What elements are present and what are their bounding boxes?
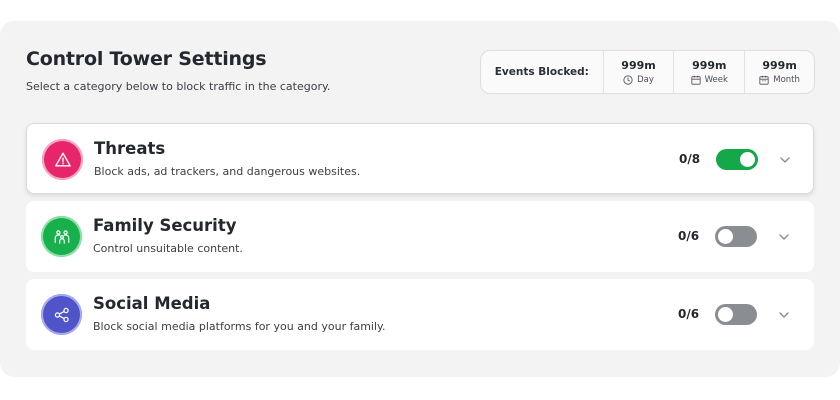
page-subtitle: Select a category below to block traffic…	[26, 80, 331, 93]
chevron-down-icon[interactable]	[777, 230, 791, 244]
category-count: 0/8	[679, 152, 701, 166]
page-title: Control Tower Settings	[26, 48, 267, 70]
category-card-family-security[interactable]: Family Security Control unsuitable conte…	[26, 201, 814, 272]
category-card-social-media[interactable]: Social Media Block social media platform…	[26, 279, 814, 350]
calendar-icon	[759, 75, 769, 85]
category-count: 0/6	[678, 307, 700, 321]
category-name: Family Security	[93, 216, 237, 235]
stat-day: 999m Day	[602, 51, 674, 93]
stat-month-value: 999m	[762, 59, 797, 72]
social-media-toggle[interactable]	[715, 304, 757, 325]
warning-icon	[42, 139, 83, 180]
toggle-knob	[718, 229, 733, 244]
category-description: Block social media platforms for you and…	[93, 320, 386, 333]
stat-week-label: Week	[704, 75, 728, 85]
category-name: Social Media	[93, 294, 211, 313]
stat-week-period: Week	[691, 75, 728, 85]
stat-month-label: Month	[773, 75, 800, 85]
clock-icon	[623, 75, 633, 85]
stat-day-label: Day	[637, 75, 654, 85]
category-card-threats[interactable]: Threats Block ads, ad trackers, and dang…	[26, 123, 814, 194]
toggle-knob	[718, 307, 733, 322]
threats-toggle[interactable]	[716, 149, 758, 170]
category-name: Threats	[94, 139, 166, 158]
category-description: Control unsuitable content.	[93, 242, 243, 255]
toggle-knob	[740, 152, 755, 167]
stat-week: 999m Week	[673, 51, 744, 93]
category-description: Block ads, ad trackers, and dangerous we…	[94, 165, 361, 178]
calendar-icon	[691, 75, 701, 85]
chevron-down-icon[interactable]	[777, 308, 791, 322]
stat-week-value: 999m	[692, 59, 727, 72]
category-count: 0/6	[678, 229, 700, 243]
stat-day-period: Day	[623, 75, 654, 85]
stat-month-period: Month	[759, 75, 800, 85]
stat-month: 999m Month	[744, 51, 814, 93]
family-icon	[41, 216, 82, 257]
share-icon	[41, 294, 82, 335]
events-blocked-label: Events Blocked:	[494, 66, 589, 78]
stat-day-value: 999m	[621, 59, 656, 72]
chevron-down-icon[interactable]	[778, 153, 792, 167]
family-security-toggle[interactable]	[715, 226, 757, 247]
events-blocked-summary: Events Blocked: 999m Day 999m Week 999m …	[480, 50, 815, 94]
